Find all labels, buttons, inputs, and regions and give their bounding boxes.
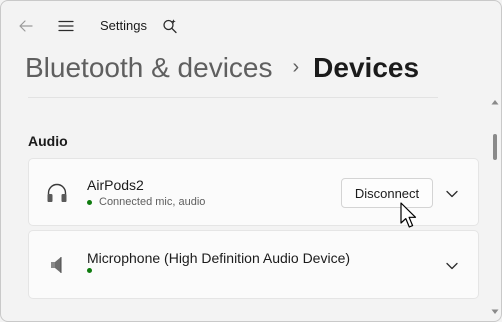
disconnect-button[interactable]: Disconnect <box>341 178 433 208</box>
connected-status-dot-icon <box>87 199 92 205</box>
scrollbar-thumb[interactable] <box>493 134 497 160</box>
device-name: AirPods2 <box>87 177 144 193</box>
expand-device-button[interactable] <box>443 257 461 275</box>
breadcrumb: Bluetooth & devices › Devices <box>25 48 419 88</box>
scroll-down-arrow-icon[interactable] <box>491 308 499 316</box>
device-status <box>87 268 99 273</box>
headphones-icon <box>44 180 70 206</box>
device-status-text: Connected mic, audio <box>99 196 206 208</box>
device-status: Connected mic, audio <box>87 196 205 208</box>
vertical-scrollbar[interactable] <box>489 98 501 320</box>
back-button[interactable] <box>15 15 37 37</box>
window-title: Settings <box>100 18 147 33</box>
back-arrow-icon <box>19 20 33 32</box>
mouse-cursor-icon <box>400 202 417 228</box>
audio-section-title: Audio <box>28 133 68 149</box>
device-name: Microphone (High Definition Audio Device… <box>87 250 351 266</box>
chevron-down-icon <box>446 262 458 270</box>
expand-device-button[interactable] <box>443 185 461 203</box>
connected-status-dot-icon <box>87 268 92 273</box>
navigation-menu-button[interactable] <box>55 15 77 37</box>
device-card-microphone[interactable]: Microphone (High Definition Audio Device… <box>28 230 479 299</box>
speaker-icon <box>44 252 70 278</box>
breadcrumb-separator-icon: › <box>292 55 300 78</box>
breadcrumb-parent-link[interactable]: Bluetooth & devices <box>25 52 273 84</box>
hamburger-menu-icon <box>58 20 74 32</box>
page-title: Devices <box>313 52 420 83</box>
header-divider <box>28 97 438 98</box>
chevron-down-icon <box>446 190 458 198</box>
settings-window: Settings Bluetooth & devices › Devices A… <box>0 0 502 322</box>
scroll-up-arrow-icon[interactable] <box>491 98 499 106</box>
search-button[interactable] <box>159 15 181 37</box>
search-icon <box>163 19 177 34</box>
title-bar: Settings <box>1 1 501 51</box>
